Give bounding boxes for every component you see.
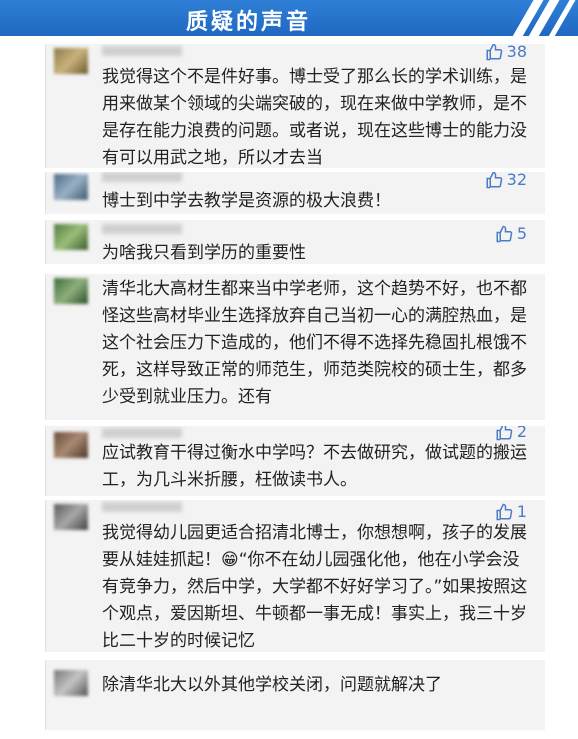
avatar[interactable] bbox=[54, 48, 88, 74]
like-button[interactable]: 1 bbox=[495, 502, 527, 521]
thumbs-up-icon bbox=[496, 426, 513, 440]
comment-text: 博士到中学去教学是资源的极大浪费！ bbox=[102, 191, 391, 211]
like-button[interactable]: 38 bbox=[485, 44, 527, 61]
comment-text: 我觉得幼儿园更适合招清北博士，你想想啊，孩子的发展要从娃娃抓起！😁“你不在幼儿园… bbox=[102, 523, 528, 651]
like-count: 32 bbox=[506, 172, 527, 189]
comment-text: 我觉得这个不是件好事。博士受了那么长的学术训练，是用来做某个领域的尖端突破的，现… bbox=[102, 67, 527, 168]
comment-card: 1 我觉得幼儿园更适合招清北博士，你想想啊，孩子的发展要从娃娃抓起！😁“你不在幼… bbox=[45, 500, 545, 652]
comment-card: 清华北大高材生都来当中学老师，这个趋势不好，也不都怪这些高材毕业生选择放弃自己当… bbox=[45, 274, 545, 420]
like-count: 38 bbox=[506, 44, 527, 61]
username-blurred bbox=[102, 224, 182, 234]
avatar[interactable] bbox=[54, 278, 88, 304]
avatar[interactable] bbox=[54, 670, 88, 696]
avatar[interactable] bbox=[54, 174, 88, 200]
comment-text: 为啥我只看到学历的重要性 bbox=[102, 243, 306, 263]
comment-card: 5 为啥我只看到学历的重要性 bbox=[45, 220, 545, 264]
like-button[interactable]: 2 bbox=[495, 426, 527, 441]
like-button[interactable]: 32 bbox=[485, 172, 527, 189]
avatar[interactable] bbox=[54, 224, 88, 250]
comment-text: 清华北大高材生都来当中学老师，这个趋势不好，也不都怪这些高材毕业生选择放弃自己当… bbox=[102, 279, 527, 407]
comment-card: 32 博士到中学去教学是资源的极大浪费！ bbox=[45, 172, 545, 214]
username-blurred bbox=[102, 46, 182, 56]
avatar[interactable] bbox=[54, 432, 88, 458]
thumbs-up-icon bbox=[486, 172, 502, 188]
like-count: 2 bbox=[516, 426, 527, 441]
comment-card: 除清华北大以外其他学校关闭，问题就解决了 bbox=[45, 660, 545, 730]
comment-card: 2 应试教育干得过衡水中学吗？不去做研究，做试题的搬运工，为几斗米折腰，枉做读书… bbox=[45, 426, 545, 496]
thumbs-up-icon bbox=[486, 44, 502, 60]
comment-card: 38 我觉得这个不是件好事。博士受了那么长的学术训练，是用来做某个领域的尖端突破… bbox=[45, 44, 545, 168]
username-blurred bbox=[102, 428, 182, 438]
comment-text: 应试教育干得过衡水中学吗？不去做研究，做试题的搬运工，为几斗米折腰，枉做读书人。 bbox=[102, 443, 527, 490]
username-blurred bbox=[102, 502, 182, 512]
comment-text: 除清华北大以外其他学校关闭，问题就解决了 bbox=[102, 675, 442, 695]
like-count: 1 bbox=[516, 502, 527, 521]
username-blurred bbox=[102, 172, 182, 182]
thumbs-up-icon bbox=[496, 503, 513, 520]
avatar[interactable] bbox=[54, 504, 88, 530]
section-banner: 质疑的声音 bbox=[0, 0, 578, 36]
banner-title: 质疑的声音 bbox=[186, 10, 312, 35]
